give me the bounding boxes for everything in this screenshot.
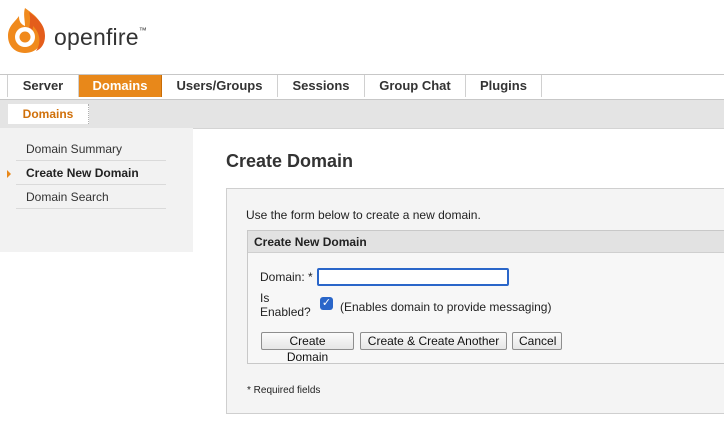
tab-group-chat[interactable]: Group Chat (365, 75, 466, 97)
sidebar-item-label: Create New Domain (26, 166, 139, 180)
enabled-description: (Enables domain to provide messaging) (340, 300, 552, 314)
enabled-label: Is Enabled? (260, 291, 311, 319)
subtab-domains[interactable]: Domains (8, 104, 89, 124)
enabled-checkbox[interactable]: ✓ (320, 297, 333, 310)
tab-domains[interactable]: Domains (79, 75, 162, 97)
create-domain-button[interactable]: Create Domain (261, 332, 354, 364)
sidebar: Domain Summary Create New Domain Domain … (0, 128, 193, 252)
intro-text: Use the form below to create a new domai… (246, 208, 481, 222)
required-note: * Required fields (247, 385, 321, 396)
trademark: ™ (138, 26, 147, 35)
sidebar-item-domain-search[interactable]: Domain Search (16, 186, 166, 209)
openfire-flame-icon (8, 8, 45, 53)
domain-input[interactable] (317, 268, 509, 286)
tab-plugins[interactable]: Plugins (466, 75, 542, 97)
sidebar-item-domain-summary[interactable]: Domain Summary (16, 138, 166, 161)
page-title: Create Domain (226, 151, 354, 171)
brand-name: openfire™ (54, 24, 147, 51)
tab-server[interactable]: Server (8, 75, 79, 97)
main-tab-bar: Server Domains Users/Groups Sessions Gro… (0, 74, 724, 100)
sub-tab-bar: Domains (0, 100, 724, 129)
arrow-right-icon (7, 170, 11, 178)
checkmark-icon: ✓ (321, 297, 332, 309)
tab-bar-edge (0, 75, 8, 97)
brand-text: openfire (54, 24, 139, 50)
cancel-button[interactable]: Cancel (512, 332, 562, 350)
form-heading: Create New Domain (248, 231, 724, 253)
domain-label: Domain: * (260, 270, 313, 284)
header: openfire™ (0, 0, 724, 75)
tab-users-groups[interactable]: Users/Groups (162, 75, 278, 97)
sidebar-item-create-new-domain[interactable]: Create New Domain (7, 162, 166, 185)
tab-sessions[interactable]: Sessions (278, 75, 365, 97)
create-another-button[interactable]: Create & Create Another (360, 332, 507, 350)
